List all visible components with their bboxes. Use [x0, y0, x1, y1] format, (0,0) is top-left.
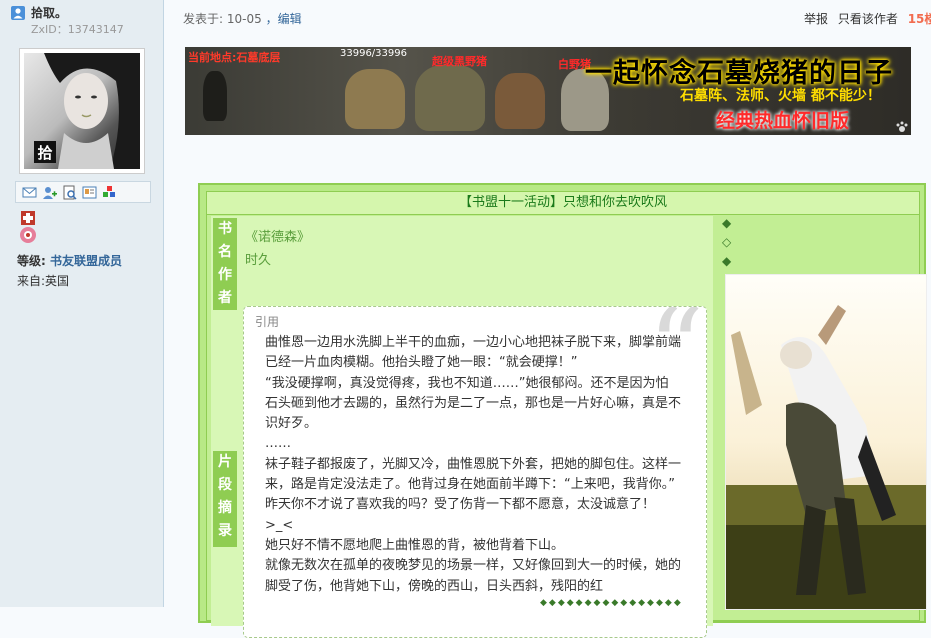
- avatar-badge: 拾: [34, 141, 56, 163]
- excerpt-paragraph: “我没硬撑啊，真没觉得疼，我也不知道……”她很郁闷。还不是因为怕石头砸到他才去踢…: [265, 375, 682, 432]
- card-icon[interactable]: [82, 185, 97, 200]
- report-link[interactable]: 举报: [804, 12, 828, 26]
- user-location: 来自:英国: [17, 272, 69, 289]
- diamond-ornament: ◆: [722, 254, 732, 268]
- diamond-ornament: ◇: [722, 235, 732, 249]
- post-actions: 举报 只看该作者 15楼: [804, 10, 931, 27]
- excerpt-paragraph: ……: [265, 436, 291, 452]
- banner-footer: 经典热血怀旧版: [716, 110, 850, 132]
- quote-label: 引用: [255, 315, 280, 329]
- author-name: 时久: [245, 253, 272, 268]
- banner-hp: 33996/33996: [340, 48, 407, 59]
- label-author: 作者: [213, 264, 237, 310]
- excerpt-paragraph: 她只好不情不愿地爬上曲惟恩的背，被他背着下山。: [265, 537, 565, 553]
- label-excerpt: 片段摘录: [213, 451, 237, 547]
- avatar-image: 拾: [24, 53, 140, 169]
- post-time: 发表于: 10-05: [183, 12, 262, 26]
- from-value: 英国: [45, 274, 70, 288]
- add-friend-icon[interactable]: [42, 185, 57, 200]
- edit-link[interactable]: ，编辑: [266, 12, 302, 26]
- book-info: 书名 作者 《诺德森》 时久 片段摘录 “ 引用 曲惟恩一边用水洗脚上半干的血痂…: [211, 216, 713, 638]
- game-ad-banner[interactable]: 当前地点:石墓底层 33996/33996 超级黑野猪 白野猪 一起怀念石墓烧猪…: [185, 47, 911, 135]
- photo-column: ◆ ◇ ◆: [719, 214, 927, 622]
- banner-monster-1: 超级黑野猪: [432, 55, 487, 68]
- medal-icon: [20, 211, 36, 243]
- user-level: 等级: 书友联盟成员: [17, 252, 122, 269]
- avatar[interactable]: 拾: [19, 48, 145, 174]
- blocks-icon[interactable]: [102, 185, 117, 200]
- user-icon: [11, 5, 25, 20]
- excerpt-paragraph: 袜子鞋子都报废了，光脚又冷，曲惟恩脱下外套，把她的脚包住。这样一来，路是肯定没法…: [265, 456, 682, 493]
- excerpt-quote: “ 引用 曲惟恩一边用水洗脚上半干的血痂，一边小心地把袜子脱下来，脚掌前端已经一…: [243, 306, 707, 638]
- user-zxid: ZxID：13743147: [31, 23, 124, 36]
- book-title: 《诺德森》: [245, 230, 311, 245]
- couple-photo-image: [726, 275, 926, 609]
- activity-card-inner: 【书盟十一活动】只想和你去吹吹风 书名 作者 《诺德森》 时久 片段摘录 “ 引…: [206, 191, 927, 638]
- username-row[interactable]: 拾取。: [11, 4, 67, 21]
- level-link[interactable]: 书友联盟成员: [50, 254, 122, 268]
- banner-location: 当前地点:石墓底层: [188, 51, 281, 64]
- banner-figure: [495, 73, 545, 129]
- floor-number: 15楼: [907, 12, 931, 26]
- profile-icon[interactable]: [62, 185, 77, 200]
- excerpt-text: 曲惟恩一边用水洗脚上半干的血痂，一边小心地把袜子脱下来，脚掌前端已经一片血肉模糊…: [265, 333, 681, 597]
- banner-figure: [345, 69, 405, 129]
- paw-icon: [896, 121, 908, 132]
- only-author-link[interactable]: 只看该作者: [838, 12, 898, 26]
- banner-subline: 石墓阵、法师、火墙 都不能少！: [680, 88, 881, 104]
- banner-figure: [203, 71, 227, 121]
- user-action-icons: [15, 181, 151, 203]
- author-sidebar: 拾取。 ZxID：13743147 拾 等级: 书友联盟成员 来自:英国: [0, 0, 164, 607]
- label-book: 书名: [213, 218, 237, 264]
- excerpt-paragraph: 就像无数次在孤单的夜晚梦见的场景一样，又好像回到大一的时候，她的脚受了伤，他背她…: [265, 558, 682, 594]
- post-meta: 发表于: 10-05 ，编辑: [183, 10, 302, 27]
- message-icon[interactable]: [22, 185, 37, 200]
- username[interactable]: 拾取。: [31, 4, 67, 21]
- activity-card: 【书盟十一活动】只想和你去吹吹风 书名 作者 《诺德森》 时久 片段摘录 “ 引…: [198, 183, 927, 638]
- banner-figure: [415, 65, 485, 131]
- level-label: 等级:: [17, 254, 46, 268]
- excerpt-paragraph: 昨天你不才说了喜欢我的吗？受了伤背一下都不愿意，太没诚意了！>_<: [265, 497, 656, 533]
- couple-photo: [725, 274, 927, 610]
- from-label: 来自:: [17, 274, 46, 288]
- excerpt-paragraph: 曲惟恩一边用水洗脚上半干的血痂，一边小心地把袜子脱下来，脚掌前端已经一片血肉模糊…: [265, 335, 682, 371]
- diamond-ornament: ◆: [722, 216, 732, 230]
- card-title: 【书盟十一活动】只想和你去吹吹风: [207, 192, 919, 215]
